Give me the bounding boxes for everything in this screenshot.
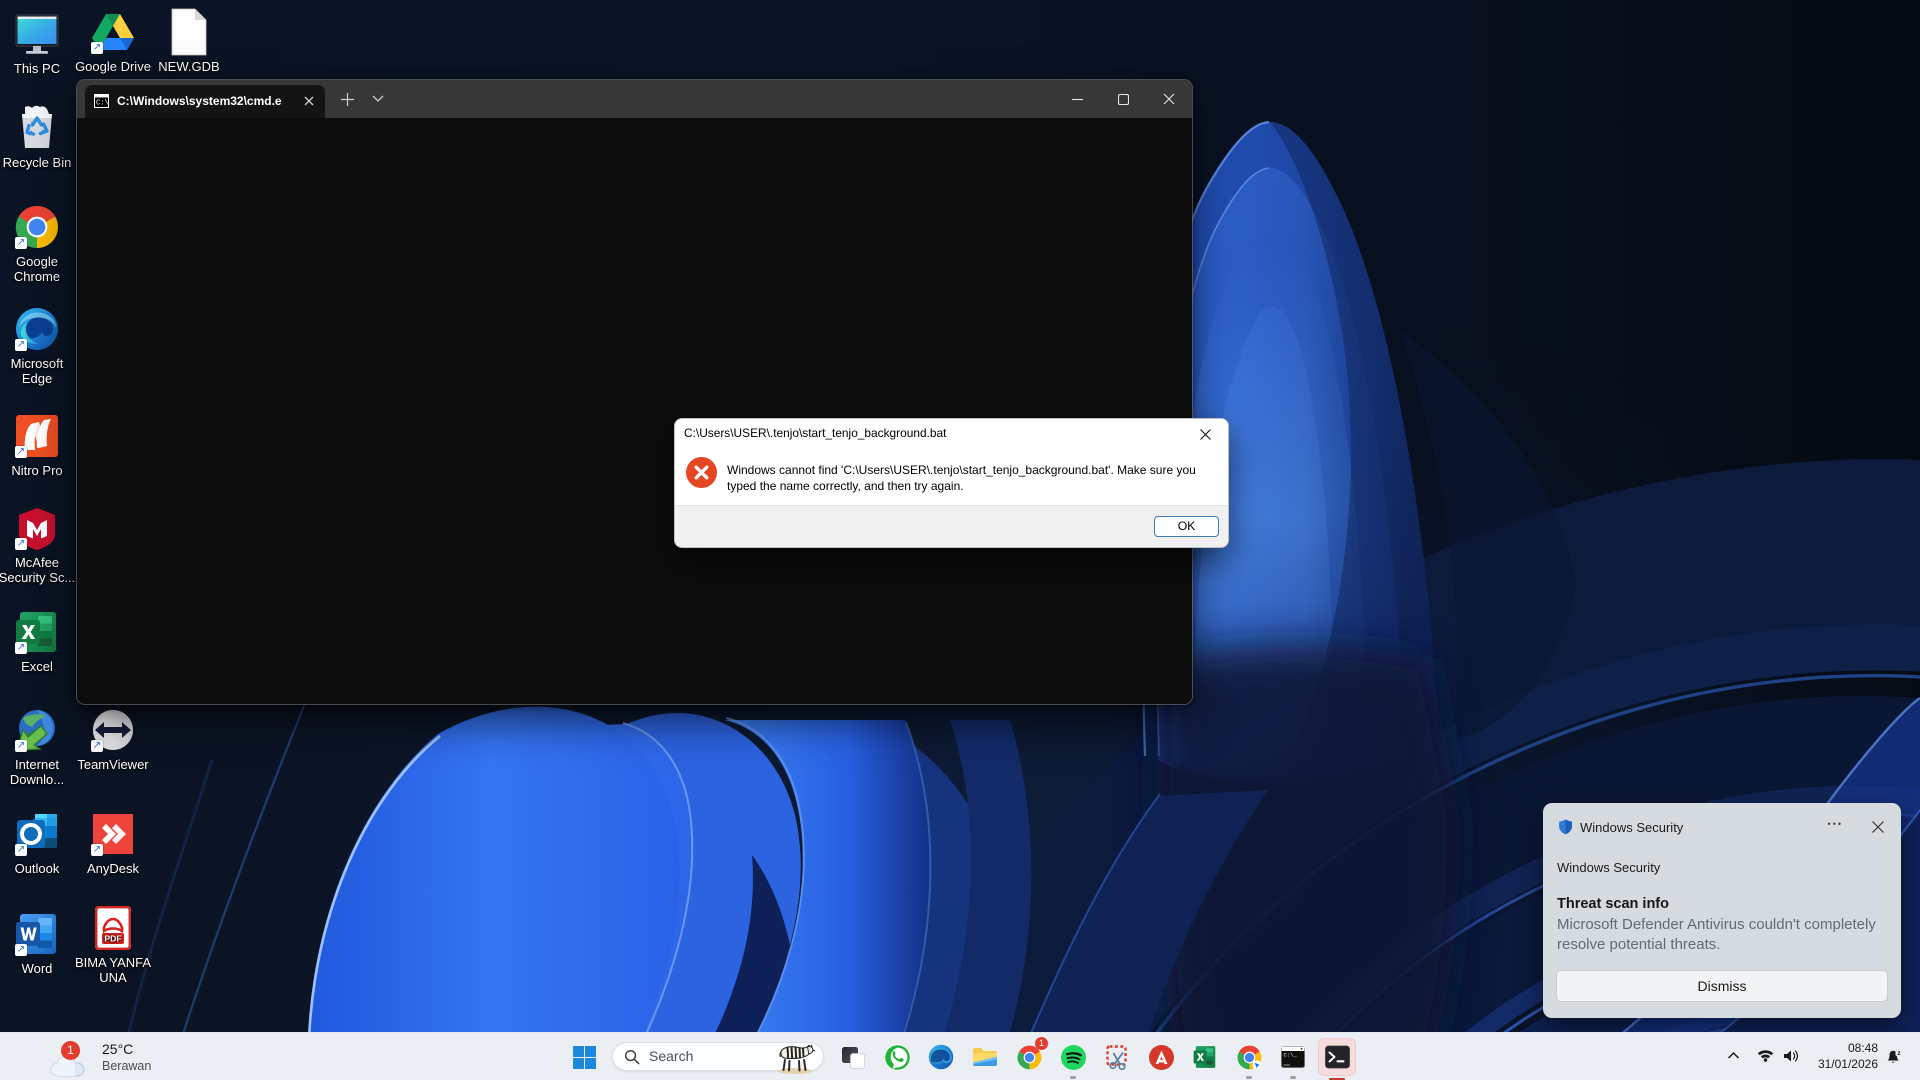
svg-text:C:\_: C:\_ bbox=[1284, 1052, 1298, 1059]
svg-text:C:\: C:\ bbox=[96, 100, 109, 108]
svg-text:PDF: PDF bbox=[104, 934, 121, 944]
